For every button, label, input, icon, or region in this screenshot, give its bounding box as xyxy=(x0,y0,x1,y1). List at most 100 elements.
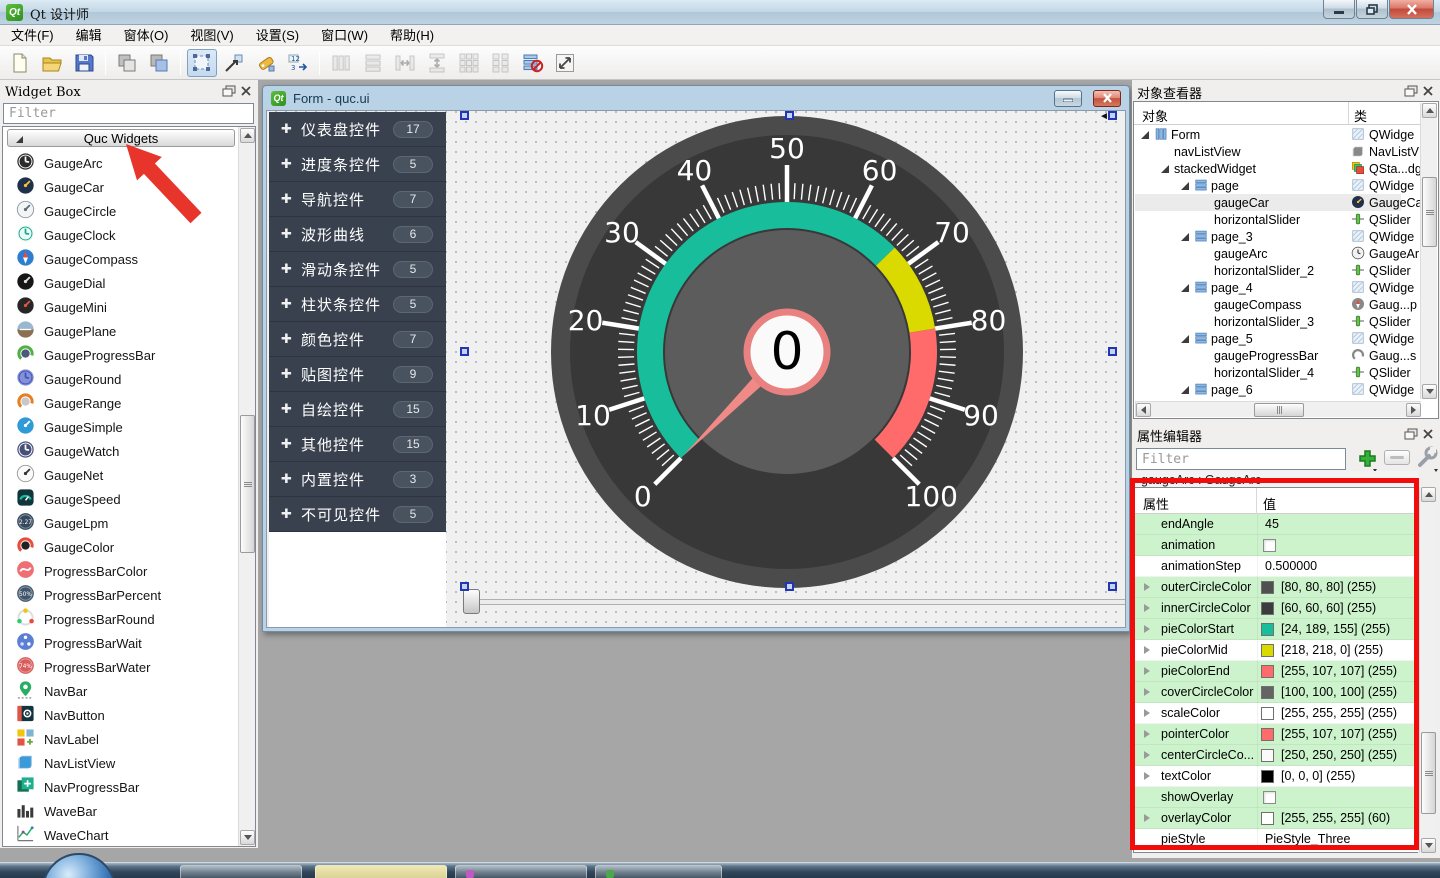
widget-item-GaugeMini[interactable]: GaugeMini xyxy=(3,295,237,319)
nav-item-6[interactable]: ✚颜色控件7 xyxy=(269,322,446,357)
tree-row-horizontalSlider_4[interactable]: horizontalSlider_4QSlider xyxy=(1135,364,1401,381)
widget-filter-input[interactable] xyxy=(3,103,254,124)
property-filter[interactable] xyxy=(1136,448,1346,470)
menu-item-1[interactable]: 编辑 xyxy=(65,25,113,46)
scrollbar-handle[interactable] xyxy=(240,415,255,553)
selection-handle[interactable] xyxy=(785,582,794,591)
widget-item-NavBar[interactable]: NavBar xyxy=(3,679,237,703)
property-row-pieColorStart[interactable]: pieColorStart[24, 189, 155] (255) xyxy=(1135,619,1418,640)
inspector-vscrollbar[interactable] xyxy=(1420,103,1437,399)
nav-item-2[interactable]: ✚导航控件7 xyxy=(269,182,446,217)
collapsed-triangle-icon[interactable] xyxy=(1144,625,1150,633)
property-row-pointerColor[interactable]: pointerColor[255, 107, 107] (255) xyxy=(1135,724,1418,745)
tree-row-page_3[interactable]: page_3QWidge xyxy=(1135,228,1401,245)
form-close-button[interactable] xyxy=(1093,90,1121,107)
property-row-centerCircleCo[interactable]: centerCircleCo...[250, 250, 250] (255) xyxy=(1135,745,1418,766)
form-minimize-button[interactable] xyxy=(1054,90,1082,107)
widget-item-GaugeCircle[interactable]: GaugeCircle xyxy=(3,199,237,223)
new-form-button[interactable] xyxy=(5,49,35,77)
expander-icon[interactable] xyxy=(1181,233,1189,241)
column-property[interactable]: 属性 xyxy=(1143,494,1169,513)
break-layout-button[interactable] xyxy=(518,49,548,77)
column-object[interactable]: 对象 xyxy=(1142,106,1168,125)
collapsed-triangle-icon[interactable] xyxy=(1144,814,1150,822)
taskbar-button[interactable] xyxy=(595,865,722,878)
collapsed-triangle-icon[interactable] xyxy=(1144,772,1150,780)
quc-widgets-header[interactable]: Quc Widgets xyxy=(7,129,235,147)
layout-grid-button[interactable] xyxy=(454,49,484,77)
property-filter-input[interactable] xyxy=(1136,448,1346,470)
property-row-scaleColor[interactable]: scaleColor[255, 255, 255] (255) xyxy=(1135,703,1418,724)
taskbar-button[interactable] xyxy=(315,865,447,878)
widget-item-WaveBar[interactable]: WaveBar xyxy=(3,799,237,823)
nav-item-3[interactable]: ✚波形曲线6 xyxy=(269,217,446,252)
configure-icon[interactable] xyxy=(1412,443,1440,474)
widget-item-GaugeSimple[interactable]: GaugeSimple xyxy=(3,415,237,439)
widget-item-ProgressBarWait[interactable]: ProgressBarWait xyxy=(3,631,237,655)
inspector-hscrollbar[interactable] xyxy=(1135,401,1421,417)
widget-item-GaugeCompass[interactable]: GaugeCompass xyxy=(3,247,237,271)
menu-item-3[interactable]: 视图(V) xyxy=(179,25,244,46)
tree-row-page_5[interactable]: page_5QWidge xyxy=(1135,330,1401,347)
save-form-button[interactable] xyxy=(69,49,99,77)
collapsed-triangle-icon[interactable] xyxy=(1144,709,1150,717)
widget-item-GaugeDial[interactable]: GaugeDial xyxy=(3,271,237,295)
close-dock-icon[interactable] xyxy=(1422,84,1434,102)
collapsed-triangle-icon[interactable] xyxy=(1144,583,1150,591)
widget-item-GaugeRound[interactable]: GaugeRound xyxy=(3,367,237,391)
selection-handle[interactable] xyxy=(1108,582,1117,591)
form-canvas[interactable]: ✚仪表盘控件17✚进度条控件5✚导航控件7✚波形曲线6✚滑动条控件5✚柱状条控件… xyxy=(266,110,1126,628)
open-form-button[interactable] xyxy=(37,49,67,77)
property-row-overlayColor[interactable]: overlayColor[255, 255, 255] (60) xyxy=(1135,808,1418,829)
layout-horizontal-button[interactable] xyxy=(326,49,356,77)
add-dynamic-property-button[interactable] xyxy=(1351,443,1381,474)
column-class[interactable]: 类 xyxy=(1354,106,1367,125)
selection-handle[interactable] xyxy=(1108,347,1117,356)
nav-item-9[interactable]: ✚其他控件15 xyxy=(269,427,446,462)
property-row-innerCircleColor[interactable]: innerCircleColor[60, 60, 60] (255) xyxy=(1135,598,1418,619)
expander-icon[interactable] xyxy=(1181,182,1189,190)
widget-item-GaugeLpm[interactable]: 2.27GaugeLpm xyxy=(3,511,237,535)
selection-handle[interactable] xyxy=(785,111,794,120)
layout-form-button[interactable] xyxy=(486,49,516,77)
collapsed-triangle-icon[interactable] xyxy=(1144,604,1150,612)
expander-icon[interactable] xyxy=(1181,284,1189,292)
widget-item-GaugeColor[interactable]: GaugeColor xyxy=(3,535,237,559)
widget-item-GaugeCar[interactable]: GaugeCar xyxy=(3,175,237,199)
scrollbar-handle[interactable] xyxy=(1254,403,1304,417)
menu-item-0[interactable]: 文件(F) xyxy=(0,25,65,46)
property-row-pieColorEnd[interactable]: pieColorEnd[255, 107, 107] (255) xyxy=(1135,661,1418,682)
property-row-textColor[interactable]: textColor[0, 0, 0] (255) xyxy=(1135,766,1418,787)
property-row-animationStep[interactable]: animationStep0.500000 xyxy=(1135,556,1418,577)
widget-item-NavButton[interactable]: NavButton xyxy=(3,703,237,727)
menu-item-5[interactable]: 窗口(W) xyxy=(310,25,379,46)
nav-item-8[interactable]: ✚自绘控件15 xyxy=(269,392,446,427)
slider-handle[interactable] xyxy=(463,589,480,614)
widget-item-ProgressBarRound[interactable]: ProgressBarRound xyxy=(3,607,237,631)
widget-list-scrollbar[interactable] xyxy=(238,127,255,846)
widget-item-GaugeClock[interactable]: GaugeClock xyxy=(3,223,237,247)
close-dock-icon[interactable] xyxy=(240,84,252,102)
collapsed-triangle-icon[interactable] xyxy=(1144,688,1150,696)
tree-row-Form[interactable]: FormQWidge xyxy=(1135,126,1401,143)
widget-filter[interactable] xyxy=(3,103,254,124)
nav-item-0[interactable]: ✚仪表盘控件17 xyxy=(269,112,446,147)
tree-row-page[interactable]: pageQWidge xyxy=(1135,177,1401,194)
checkbox-unchecked[interactable] xyxy=(1263,791,1276,804)
layout-horizontal-splitter-button[interactable] xyxy=(390,49,420,77)
widget-item-ProgressBarColor[interactable]: ProgressBarColor xyxy=(3,559,237,583)
widget-item-GaugeArc[interactable]: GaugeArc xyxy=(3,151,237,175)
menu-item-4[interactable]: 设置(S) xyxy=(245,25,310,46)
widget-item-NavProgressBar[interactable]: NavProgressBar xyxy=(3,775,237,799)
edit-signals-slots-button[interactable] xyxy=(219,49,249,77)
menu-item-2[interactable]: 窗体(O) xyxy=(113,25,180,46)
tree-row-gaugeProgressBar[interactable]: gaugeProgressBarGaug...s xyxy=(1135,347,1401,364)
collapsed-triangle-icon[interactable] xyxy=(1144,751,1150,759)
nav-item-7[interactable]: ✚贴图控件9 xyxy=(269,357,446,392)
restore-button[interactable] xyxy=(1356,0,1388,19)
taskbar-button[interactable] xyxy=(180,865,302,878)
widget-item-ProgressBarPercent[interactable]: 50%ProgressBarPercent xyxy=(3,583,237,607)
minimize-button[interactable] xyxy=(1323,0,1355,19)
nav-item-11[interactable]: ✚不可见控件5 xyxy=(269,497,446,532)
property-row-endAngle[interactable]: endAngle45 xyxy=(1135,514,1418,535)
